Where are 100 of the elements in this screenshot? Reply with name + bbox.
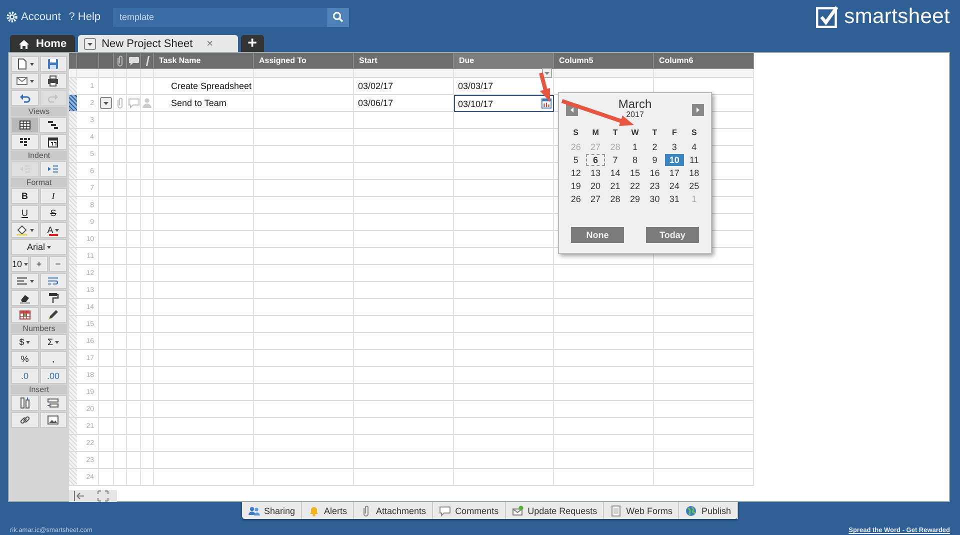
day-cell[interactable]: 3 [664, 141, 684, 153]
day-cell[interactable]: 5 [566, 154, 586, 166]
panel-tab[interactable]: Publish [679, 502, 738, 519]
day-cell[interactable]: 25 [684, 180, 704, 192]
tab[interactable]: New Project Sheet × [78, 35, 238, 52]
day-cell[interactable]: 12 [566, 167, 586, 179]
panel-tab[interactable]: Attachments [354, 502, 434, 519]
toolbar-button[interactable]: .0 [11, 368, 38, 384]
day-cell[interactable]: 21 [605, 180, 626, 192]
toolbar-button[interactable]: S [40, 205, 67, 221]
help-link[interactable]: ? Help [68, 11, 101, 23]
empty-cell [141, 316, 154, 333]
day-cell[interactable]: 17 [664, 167, 684, 179]
toolbar-button[interactable]: + [30, 256, 48, 272]
toolbar-button[interactable]: A [40, 222, 67, 238]
toolbar-button[interactable] [11, 395, 38, 411]
next-icon[interactable] [692, 104, 704, 116]
filter-cell [114, 69, 127, 78]
picker-button[interactable]: None [571, 227, 624, 243]
empty-cell [99, 146, 114, 163]
day-cell[interactable]: 18 [684, 167, 704, 179]
day-cell[interactable]: 30 [644, 193, 665, 205]
calendar-icon[interactable] [541, 98, 552, 109]
toolbar-button[interactable]: B [11, 188, 38, 204]
toolbar-button[interactable]: − [49, 256, 68, 272]
day-cell[interactable]: 1 [625, 141, 645, 153]
toolbar-button[interactable] [11, 412, 38, 428]
picker-button[interactable]: Today [646, 227, 699, 243]
day-cell[interactable]: 19 [566, 180, 586, 192]
day-cell[interactable]: 6 [586, 154, 606, 166]
toolbar-button[interactable] [40, 134, 67, 150]
day-cell[interactable]: 13 [586, 167, 606, 179]
empty-cell [141, 282, 154, 299]
toolbar-button[interactable] [40, 73, 67, 89]
toolbar-button[interactable]: Arial [11, 239, 67, 255]
toolbar-button[interactable] [40, 307, 67, 323]
toolbar-button[interactable]: % [11, 351, 38, 367]
day-cell[interactable]: 27 [586, 193, 606, 205]
account-link[interactable]: Account [6, 11, 61, 23]
table-cell: Send to Team [154, 95, 254, 112]
search-button[interactable] [326, 8, 349, 26]
day-cell[interactable]: 31 [664, 193, 684, 205]
day-cell[interactable]: 8 [625, 154, 645, 166]
search-input[interactable]: template [114, 10, 327, 24]
toolbar-button[interactable]: $ [11, 334, 38, 350]
tab[interactable]: Home [10, 35, 75, 52]
search-field[interactable]: template [112, 8, 349, 26]
toolbar-button[interactable]: , [40, 351, 67, 367]
close-button[interactable]: × [206, 38, 214, 50]
toolbar-button[interactable] [40, 395, 67, 411]
day-cell[interactable]: 28 [605, 193, 626, 205]
empty-cell [99, 316, 114, 333]
day-cell[interactable]: 23 [644, 180, 665, 192]
empty-cell [141, 367, 154, 384]
day-cell[interactable]: 4 [684, 141, 704, 153]
toolbar-button[interactable]: .00 [40, 368, 67, 384]
toolbar-button[interactable] [11, 290, 38, 306]
toolbar-button[interactable] [11, 117, 38, 133]
day-cell[interactable]: 20 [586, 180, 606, 192]
toolbar-button[interactable]: 10 [11, 256, 30, 272]
toolbar-button[interactable] [40, 412, 67, 428]
paint-roller-icon [47, 292, 60, 304]
eraser-icon [18, 292, 31, 304]
toolbar-button[interactable]: I [40, 188, 67, 204]
empty-cell [127, 350, 141, 367]
day-cell[interactable]: 29 [625, 193, 645, 205]
day-cell[interactable]: 16 [644, 167, 665, 179]
day-cell[interactable]: 26 [566, 193, 586, 205]
panel-tab[interactable]: Web Forms [604, 502, 680, 519]
toolbar-button[interactable] [11, 56, 38, 72]
day-cell[interactable]: 15 [625, 167, 645, 179]
empty-cell [127, 214, 141, 231]
text-wrap-icon [47, 275, 60, 287]
day-cell[interactable]: 9 [644, 154, 665, 166]
day-cell[interactable]: 14 [605, 167, 626, 179]
panel-tab[interactable]: Sharing [242, 502, 302, 519]
toolbar-button[interactable] [11, 273, 38, 289]
panel-tab[interactable]: Alerts [302, 502, 354, 519]
row-selector[interactable] [69, 95, 77, 112]
toolbar-button[interactable] [11, 134, 38, 150]
day-cell[interactable]: 11 [684, 154, 704, 166]
empty-cell [127, 469, 141, 486]
empty-cell [127, 401, 141, 418]
toolbar-button[interactable] [11, 307, 38, 323]
date-field[interactable]: 03/10/17 [454, 95, 554, 112]
day-cell[interactable]: 10 [664, 154, 684, 166]
day-cell[interactable]: 24 [664, 180, 684, 192]
add-tab-button[interactable]: + [240, 35, 264, 52]
panel-tab[interactable]: Update Requests [506, 502, 604, 519]
day-cell[interactable]: 2 [644, 141, 665, 153]
toolbar-button[interactable] [39, 117, 67, 133]
toolbar-button[interactable] [40, 290, 67, 306]
empty-cell [99, 418, 114, 435]
toolbar-button[interactable]: Σ [40, 334, 67, 350]
day-cell[interactable]: 22 [625, 180, 645, 192]
panel-tab[interactable]: Comments [433, 502, 506, 519]
toolbar-button[interactable]: U [11, 205, 38, 221]
globe-icon [685, 504, 698, 516]
day-cell[interactable]: 7 [605, 154, 626, 166]
toolbar-button[interactable] [11, 222, 38, 238]
